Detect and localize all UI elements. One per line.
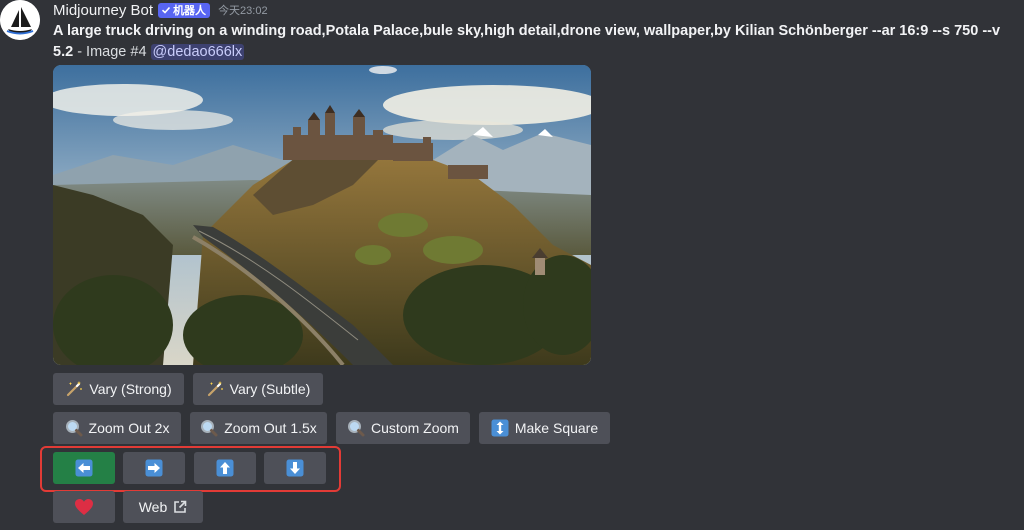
web-label: Web — [138, 499, 168, 515]
username[interactable]: Midjourney Bot — [53, 2, 153, 19]
pan-up-button[interactable] — [194, 452, 256, 484]
generated-image[interactable] — [53, 65, 591, 365]
arrow-down-icon — [286, 459, 304, 477]
pan-left-button[interactable] — [53, 452, 115, 484]
external-link-icon — [173, 500, 187, 514]
web-link-button[interactable]: Web — [123, 491, 203, 523]
magic-wand-icon — [65, 380, 83, 398]
zoom-out-2x-button[interactable]: Zoom Out 2x — [53, 412, 181, 444]
zoom-out-1-5x-button[interactable]: Zoom Out 1.5x — [190, 412, 327, 444]
zoom-out-2x-label: Zoom Out 2x — [88, 420, 170, 436]
user-mention[interactable]: @dedao666lx — [150, 44, 245, 60]
arrow-right-icon — [145, 459, 163, 477]
arrow-up-icon — [216, 459, 234, 477]
bot-message: Midjourney Bot 机器人 今天23:02 A large truck… — [0, 0, 1024, 530]
arrow-left-icon — [75, 459, 93, 477]
heart-icon — [74, 498, 94, 516]
vary-subtle-label: Vary (Subtle) — [229, 381, 311, 397]
message-header: Midjourney Bot 机器人 今天23:02 — [53, 1, 268, 19]
vary-subtle-button[interactable]: Vary (Subtle) — [193, 373, 323, 405]
pan-down-button[interactable] — [264, 452, 326, 484]
message-content: A large truck driving on a winding road,… — [53, 21, 1013, 63]
magnifier-icon — [347, 419, 365, 437]
vary-strong-button[interactable]: Vary (Strong) — [53, 373, 184, 405]
magnifier-icon — [200, 419, 218, 437]
pan-right-button[interactable] — [123, 452, 185, 484]
custom-zoom-label: Custom Zoom — [371, 420, 459, 436]
make-square-label: Make Square — [514, 420, 599, 436]
avatar[interactable] — [0, 0, 40, 40]
image-index-text: - Image #4 — [73, 44, 151, 60]
favorite-button[interactable] — [53, 491, 115, 523]
magnifier-icon — [65, 419, 83, 437]
bot-tag: 机器人 — [158, 2, 211, 18]
custom-zoom-button[interactable]: Custom Zoom — [336, 412, 470, 444]
up-down-arrow-icon — [491, 419, 509, 437]
castle-landscape-image — [53, 65, 591, 365]
sailboat-logo-icon — [0, 0, 40, 40]
verified-check-icon — [162, 6, 171, 14]
timestamp: 今天23:02 — [218, 5, 268, 17]
bot-tag-label: 机器人 — [173, 5, 207, 17]
zoom-out-1-5x-label: Zoom Out 1.5x — [224, 420, 317, 436]
vary-strong-label: Vary (Strong) — [89, 381, 172, 397]
make-square-button[interactable]: Make Square — [479, 412, 610, 444]
magic-wand-icon — [206, 380, 224, 398]
